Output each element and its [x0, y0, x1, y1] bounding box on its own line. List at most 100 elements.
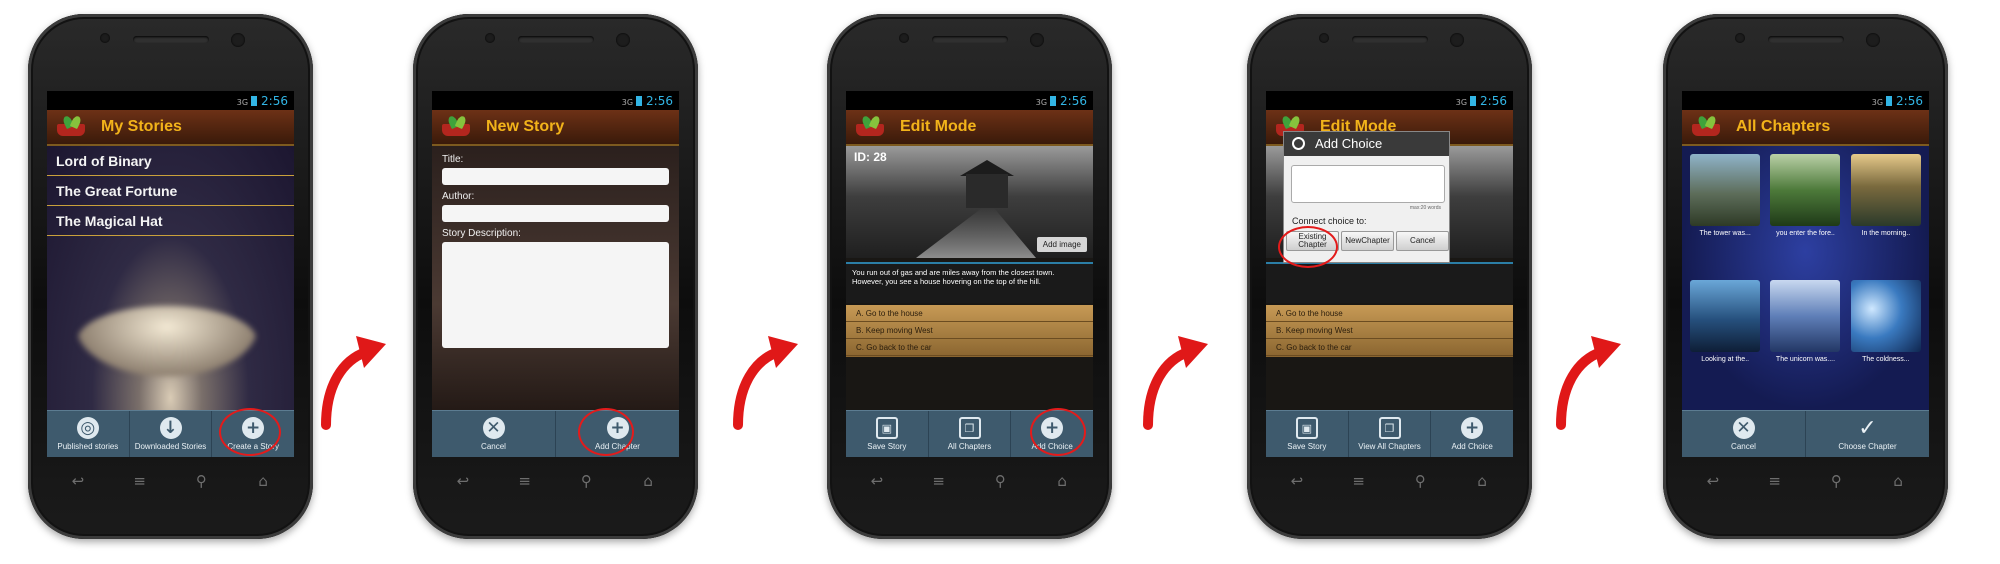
- search-icon[interactable]: ⚲: [1400, 472, 1440, 490]
- home-icon[interactable]: ⌂: [1042, 472, 1082, 490]
- page-title: All Chapters: [1736, 118, 1831, 135]
- description-input[interactable]: [442, 242, 669, 348]
- story-item[interactable]: Lord of Binary: [47, 146, 294, 176]
- chapter-caption: Looking at the..: [1701, 356, 1750, 363]
- soft-keys: ↩ ≡ ⚲ ⌂: [1682, 466, 1929, 496]
- home-icon[interactable]: ⌂: [628, 472, 668, 490]
- house-illustration: [966, 174, 1008, 208]
- menu-icon[interactable]: ≡: [1755, 472, 1795, 490]
- front-camera: [616, 33, 630, 47]
- checkmark-icon: ✓: [1858, 415, 1877, 441]
- speaker-grille: [1767, 36, 1844, 43]
- button-label: All Chapters: [947, 442, 992, 451]
- downloaded-stories-button[interactable]: ↓ Downloaded Stories: [130, 411, 213, 457]
- all-chapters-button[interactable]: ❐ All Chapters: [929, 411, 1012, 457]
- status-bar: 3G 2:56: [846, 91, 1093, 110]
- battery-icon: [1470, 96, 1477, 106]
- chapter-tile[interactable]: The coldness...: [1848, 280, 1924, 402]
- title-bar: New Story: [432, 110, 679, 146]
- app-logo-icon: [440, 114, 472, 138]
- phone-my-stories: 3G 2:56 My Stories Lord of Binary The Gre…: [28, 14, 313, 539]
- back-icon[interactable]: ↩: [58, 472, 98, 490]
- add-image-button[interactable]: Add image: [1036, 237, 1087, 252]
- back-icon[interactable]: ↩: [443, 472, 483, 490]
- search-icon[interactable]: ⚲: [181, 472, 221, 490]
- story-item[interactable]: The Great Fortune: [47, 176, 294, 206]
- story-item[interactable]: The Magical Hat: [47, 206, 294, 236]
- story-list: Lord of Binary The Great Fortune The Mag…: [47, 146, 294, 411]
- status-bar: 3G 2:56: [1266, 91, 1513, 110]
- clock: 2:56: [1480, 94, 1507, 108]
- chapter-thumbnail: [1770, 280, 1841, 352]
- choice-text-input[interactable]: [1291, 165, 1445, 203]
- title-input[interactable]: [442, 168, 669, 185]
- back-icon[interactable]: ↩: [1277, 472, 1317, 490]
- chapter-thumbnail: [1690, 154, 1761, 226]
- highlight-circle: [1030, 408, 1086, 456]
- author-input[interactable]: [442, 205, 669, 222]
- search-icon[interactable]: ⚲: [1816, 472, 1856, 490]
- chapter-tile[interactable]: In the morning..: [1848, 154, 1924, 276]
- choice-list: A. Go to the house B. Keep moving West C…: [846, 305, 1093, 357]
- chapter-tile[interactable]: Looking at the..: [1687, 280, 1763, 402]
- clock: 2:56: [261, 94, 288, 108]
- save-icon: ▣: [1295, 417, 1318, 439]
- highlight-circle: [1278, 226, 1338, 268]
- back-icon[interactable]: ↩: [857, 472, 897, 490]
- choose-chapter-button[interactable]: ✓ Choose Chapter: [1806, 411, 1929, 457]
- search-icon[interactable]: ⚲: [980, 472, 1020, 490]
- choice-list: A. Go to the house B. Keep moving West C…: [1266, 305, 1513, 357]
- search-icon[interactable]: ⚲: [566, 472, 606, 490]
- signal-icon: 3G: [236, 98, 249, 107]
- chapter-tile[interactable]: The tower was...: [1687, 154, 1763, 276]
- choice-item[interactable]: C. Go back to the car: [846, 339, 1093, 356]
- chapter-tile[interactable]: you enter the fore..: [1767, 154, 1843, 276]
- pages-icon: ❐: [958, 417, 981, 439]
- phone-all-chapters: 3G 2:56 All Chapters The tower was... you…: [1663, 14, 1948, 539]
- button-label: View All Chapters: [1358, 442, 1421, 451]
- chapter-caption: In the morning..: [1861, 230, 1911, 237]
- arrow-icon: [1556, 336, 1621, 430]
- cancel-button[interactable]: Cancel: [1396, 231, 1449, 251]
- menu-icon[interactable]: ≡: [919, 472, 959, 490]
- page-title: New Story: [486, 118, 565, 135]
- download-icon: ↓: [159, 417, 182, 439]
- chapter-tile[interactable]: The unicorn was....: [1767, 280, 1843, 402]
- sensor-dot: [1735, 33, 1745, 43]
- speaker-grille: [1351, 36, 1428, 43]
- menu-icon[interactable]: ≡: [120, 472, 160, 490]
- chapter-text[interactable]: You run out of gas and are miles away fr…: [846, 262, 1093, 303]
- battery-icon: [251, 96, 258, 106]
- dialog-icon: [1292, 137, 1305, 150]
- published-stories-button[interactable]: ◎ Published stories: [47, 411, 130, 457]
- connect-label: Connect choice to:: [1292, 216, 1367, 226]
- menu-icon[interactable]: ≡: [505, 472, 545, 490]
- choice-item[interactable]: A. Go to the house: [846, 305, 1093, 322]
- chapter-caption: The unicorn was....: [1775, 356, 1836, 363]
- back-icon[interactable]: ↩: [1693, 472, 1733, 490]
- choice-item: C. Go back to the car: [1266, 339, 1513, 356]
- new-chapter-button[interactable]: NewChapter: [1341, 231, 1394, 251]
- description-label: Story Description:: [442, 228, 521, 239]
- soft-keys: ↩ ≡ ⚲ ⌂: [47, 466, 294, 496]
- dialog-header: Add Choice: [1284, 132, 1449, 156]
- choice-item[interactable]: B. Keep moving West: [846, 322, 1093, 339]
- home-icon[interactable]: ⌂: [1878, 472, 1918, 490]
- app-logo-icon: [55, 114, 87, 138]
- chapter-editor: ID: 28 Add image You run out of gas and …: [846, 146, 1093, 411]
- home-icon[interactable]: ⌂: [1462, 472, 1502, 490]
- cancel-button[interactable]: ✕ Cancel: [1682, 411, 1806, 457]
- status-bar: 3G 2:56: [47, 91, 294, 110]
- signal-icon: 3G: [1035, 98, 1048, 107]
- cancel-button[interactable]: ✕ Cancel: [432, 411, 556, 457]
- sensor-dot: [1319, 33, 1329, 43]
- chapter-text: [1266, 262, 1513, 303]
- chapter-thumbnail: [1850, 280, 1921, 352]
- save-story-button[interactable]: ▣ Save Story: [846, 411, 929, 457]
- title-bar: My Stories: [47, 110, 294, 146]
- menu-icon[interactable]: ≡: [1339, 472, 1379, 490]
- sensor-dot: [485, 33, 495, 43]
- home-icon[interactable]: ⌂: [243, 472, 283, 490]
- speaker-grille: [931, 36, 1008, 43]
- chapter-grid: The tower was... you enter the fore.. In…: [1682, 146, 1929, 410]
